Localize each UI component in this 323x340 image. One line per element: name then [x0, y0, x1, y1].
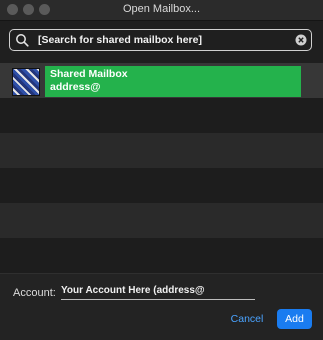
mailbox-avatar [12, 68, 40, 96]
search-icon [16, 34, 29, 47]
window-title: Open Mailbox... [122, 3, 201, 15]
empty-row [0, 98, 323, 133]
selected-mailbox-highlight[interactable]: Shared Mailbox address@ [45, 66, 301, 97]
cancel-button[interactable]: Cancel [224, 309, 270, 329]
mailbox-name: Shared Mailbox [50, 68, 128, 80]
title-bar: Open Mailbox... [0, 0, 323, 21]
dialog-footer: Account: Your Account Here (address@ Can… [0, 273, 323, 340]
list-item[interactable]: Shared Mailbox address@ [0, 63, 323, 98]
account-field[interactable]: Your Account Here (address@ [61, 282, 255, 300]
mailbox-list: Shared Mailbox address@ [0, 63, 323, 273]
empty-row [0, 203, 323, 238]
search-input-value: [Search for shared mailbox here] [38, 34, 202, 46]
empty-row [0, 168, 323, 203]
add-button[interactable]: Add [277, 309, 312, 329]
account-label: Account: [13, 287, 56, 299]
clear-search-icon[interactable] [295, 34, 307, 46]
empty-row [0, 238, 323, 273]
mailbox-address: address@ [50, 81, 101, 93]
empty-row [0, 133, 323, 168]
search-input[interactable]: [Search for shared mailbox here] [9, 29, 312, 51]
